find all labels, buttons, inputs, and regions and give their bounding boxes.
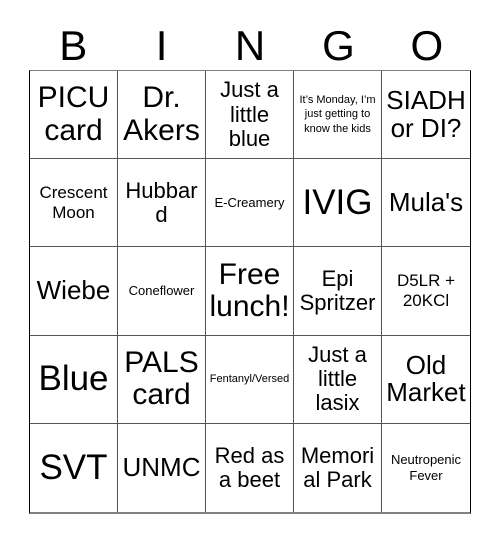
- bingo-cell-label: Old Market: [386, 349, 466, 408]
- bingo-cell[interactable]: UNMC: [118, 423, 206, 512]
- bingo-grid: PICU card Dr. Akers Just a little blue It’s…: [29, 70, 471, 514]
- bingo-cell-label: Hubbard: [125, 177, 198, 227]
- bingo-cell[interactable]: Crescent Moon: [30, 159, 118, 248]
- bingo-cell-free-space[interactable]: Free lunch!: [206, 247, 294, 336]
- bingo-header-row: B I N G O: [29, 22, 471, 70]
- bingo-cell-label: Neutropenic Fever: [390, 451, 462, 483]
- bingo-cell[interactable]: Red as a beet: [206, 423, 294, 512]
- bingo-cell-label: Blue: [38, 359, 109, 399]
- bingo-cell[interactable]: Hubbard: [118, 159, 206, 248]
- bingo-cell-label: Wiebe: [36, 275, 111, 306]
- bingo-cell[interactable]: It’s Monday, I’m just getting to know th…: [294, 71, 382, 160]
- header-letter-b: B: [59, 22, 88, 69]
- bingo-cell[interactable]: PICU card: [30, 71, 118, 160]
- header-letter-o: O: [410, 22, 444, 69]
- bingo-cell-label: Just a little lasix: [308, 341, 367, 416]
- bingo-cell[interactable]: IVIG: [294, 159, 382, 248]
- bingo-cell-label: IVIG: [302, 182, 373, 222]
- bingo-cell[interactable]: D5LR + 20KCl: [382, 247, 470, 336]
- bingo-cell[interactable]: Wiebe: [30, 247, 118, 336]
- bingo-cell[interactable]: Fentanyl/Versed: [206, 335, 294, 424]
- bingo-cell-label: SIADH or DI?: [386, 85, 466, 143]
- bingo-cell-label: Free lunch!: [209, 257, 290, 323]
- bingo-cell-label: E-Creamery: [214, 194, 285, 210]
- bingo-card: B I N G O PICU card Dr. Akers Just a littl…: [0, 0, 500, 544]
- bingo-cell-label: D5LR + 20KCl: [396, 271, 456, 310]
- bingo-cell-label: Mula's: [388, 187, 464, 218]
- bingo-cell[interactable]: Old Market: [382, 336, 470, 424]
- header-letter-i: I: [155, 22, 168, 69]
- bingo-cell-label: Crescent Moon: [39, 183, 108, 222]
- bingo-cell-label: PICU card: [37, 81, 110, 147]
- bingo-cell-label: Epi Spritzer: [299, 265, 376, 315]
- bingo-cell[interactable]: Just a little lasix: [294, 335, 382, 424]
- bingo-cell[interactable]: Dr. Akers: [118, 71, 206, 160]
- bingo-cell-label: SVT: [39, 447, 108, 487]
- bingo-cell[interactable]: Just a little blue: [206, 71, 294, 160]
- bingo-cell-label: Just a little blue: [220, 77, 279, 151]
- bingo-cell-label: PALS card: [124, 345, 199, 412]
- bingo-cell-label: Fentanyl/Versed: [209, 373, 290, 386]
- bingo-cell-label: Dr. Akers: [123, 81, 200, 147]
- bingo-cell[interactable]: Mula's: [382, 159, 470, 248]
- bingo-cell-label: It’s Monday, I’m just getting to know th…: [299, 94, 376, 135]
- bingo-cell-label: Red as a beet: [214, 442, 285, 492]
- bingo-cell[interactable]: Neutropenic Fever: [382, 424, 470, 512]
- bingo-cell-label: Memorial Park: [300, 442, 375, 492]
- bingo-cell[interactable]: Blue: [30, 335, 118, 424]
- bingo-cell[interactable]: E-Creamery: [206, 159, 294, 248]
- bingo-cell[interactable]: PALS card: [118, 335, 206, 424]
- bingo-cell[interactable]: Memorial Park: [294, 423, 382, 512]
- header-letter-n: N: [234, 22, 266, 69]
- bingo-cell[interactable]: Epi Spritzer: [294, 247, 382, 336]
- bingo-cell[interactable]: SVT: [30, 423, 118, 512]
- bingo-cell[interactable]: Coneflower: [118, 247, 206, 336]
- bingo-cell[interactable]: SIADH or DI?: [382, 71, 470, 160]
- bingo-cell-label: Coneflower: [128, 282, 195, 298]
- header-letter-g: G: [322, 22, 355, 69]
- bingo-cell-label: UNMC: [122, 452, 201, 483]
